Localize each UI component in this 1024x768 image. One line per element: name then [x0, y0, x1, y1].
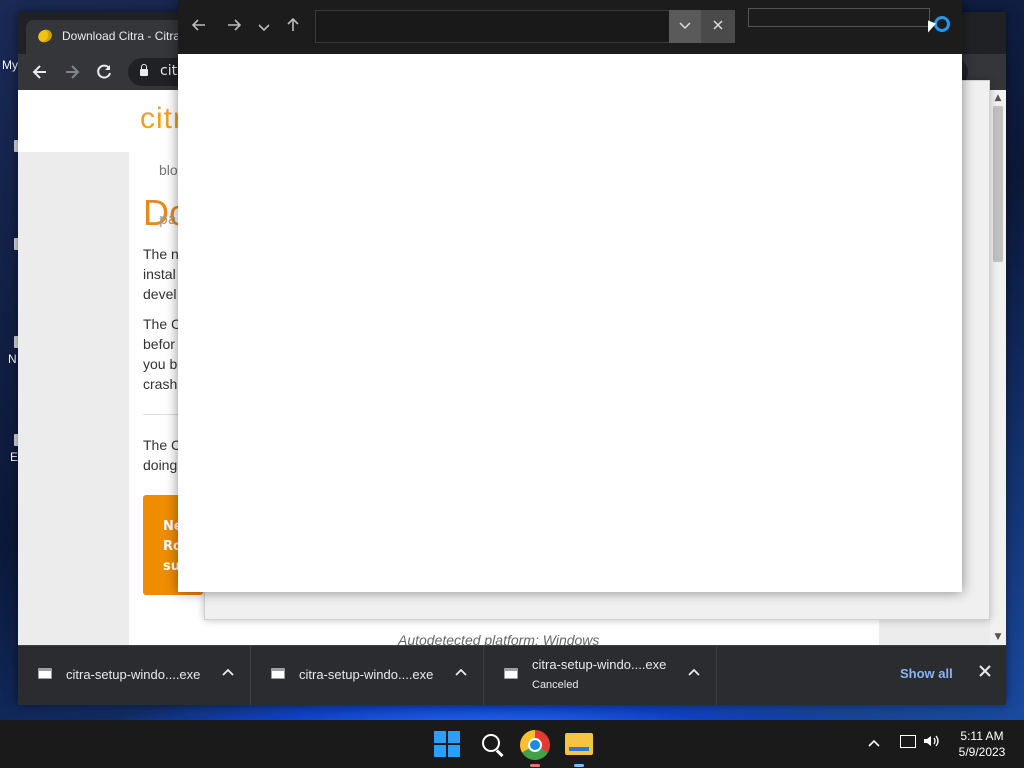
chrome-taskbar-icon[interactable] — [520, 730, 550, 760]
clock-date: 5/9/2023 — [958, 745, 1006, 759]
chrome-running-indicator — [530, 764, 540, 767]
file-icon — [504, 668, 518, 679]
arrow-up-icon — [287, 17, 299, 31]
windows-logo-tile — [448, 731, 460, 743]
file-icon — [38, 668, 52, 679]
desktop-icon-label[interactable]: E — [10, 450, 18, 464]
tab-title: Download Citra - Citra — [62, 29, 181, 43]
dialog-toolbar — [178, 0, 962, 54]
system-clock[interactable]: 5:11 AM 5/9/2023 — [950, 728, 1014, 760]
file-explorer-taskbar-icon[interactable] — [565, 733, 593, 755]
mouse-cursor-icon — [928, 20, 936, 36]
reload-button[interactable] — [94, 62, 114, 82]
forward-button[interactable] — [224, 17, 244, 37]
arrow-left-icon — [32, 65, 46, 79]
download-item[interactable]: citra-setup-windo....exe Canceled — [484, 646, 717, 705]
volume-icon[interactable] — [922, 733, 940, 753]
windows-logo-tile — [448, 745, 460, 757]
reload-icon — [97, 64, 111, 79]
back-button[interactable] — [189, 17, 209, 37]
explorer-running-indicator — [574, 764, 584, 767]
paragraph-line: The C — [143, 437, 182, 453]
loading-spinner-icon — [934, 16, 950, 32]
paragraph-line: crash — [143, 376, 178, 392]
page-scrollbar[interactable]: ▲ ▼ — [990, 90, 1006, 645]
chevron-down-icon — [679, 22, 691, 30]
desktop-icon-label[interactable]: My — [2, 58, 18, 72]
chevron-up-icon[interactable] — [688, 664, 700, 680]
download-status: Canceled — [532, 679, 579, 691]
scroll-down-arrow-icon[interactable]: ▼ — [990, 631, 1006, 643]
page-subtitle: pa — [159, 212, 177, 228]
search-input[interactable] — [748, 8, 930, 27]
chevron-down-icon — [258, 24, 270, 32]
forward-button[interactable] — [62, 62, 82, 82]
arrow-right-icon — [66, 65, 80, 79]
chevron-up-icon — [868, 739, 880, 747]
paragraph-line: you b — [143, 356, 178, 372]
network-icon[interactable] — [900, 735, 916, 748]
windows-logo-icon — [434, 731, 446, 743]
paragraph-line: befor — [143, 336, 175, 352]
download-shelf: citra-setup-windo....exe citra-setup-win… — [18, 645, 1006, 705]
search-icon-handle — [496, 749, 504, 757]
autodetect-text: Autodetected platform: Windows — [398, 632, 600, 645]
back-button[interactable] — [30, 62, 50, 82]
recent-locations-button[interactable] — [254, 17, 274, 37]
show-hidden-icons-button[interactable] — [868, 735, 880, 751]
paragraph-line: doing — [143, 457, 178, 473]
download-filename: citra-setup-windo....exe — [532, 657, 667, 672]
file-icon — [271, 668, 285, 679]
arrow-right-icon — [228, 19, 242, 31]
scroll-up-arrow-icon[interactable]: ▲ — [990, 92, 1006, 104]
chevron-up-icon[interactable] — [222, 664, 234, 680]
paragraph-line: The C — [143, 316, 182, 332]
chevron-up-icon[interactable] — [455, 664, 467, 680]
arrow-left-icon — [191, 19, 205, 31]
download-filename: citra-setup-windo....exe — [66, 667, 201, 682]
desktop-icon-label[interactable]: N — [8, 352, 17, 366]
paragraph-line: The n — [143, 246, 179, 262]
file-picker-dialog — [178, 0, 962, 592]
search-button[interactable] — [478, 730, 506, 758]
download-filename: citra-setup-windo....exe — [299, 667, 434, 682]
citra-favicon-icon — [35, 27, 55, 45]
start-button[interactable] — [434, 731, 460, 757]
paragraph-line: devel — [143, 286, 177, 302]
close-icon — [713, 20, 723, 30]
download-item[interactable]: citra-setup-windo....exe — [251, 646, 484, 705]
paragraph-line: instal — [143, 266, 176, 282]
breadcrumb[interactable]: blo — [159, 160, 178, 180]
close-icon[interactable] — [978, 662, 992, 683]
address-dropdown-button[interactable] — [669, 10, 701, 43]
taskbar: 5:11 AM 5/9/2023 — [0, 720, 1024, 768]
scroll-thumb[interactable] — [993, 106, 1003, 262]
clock-time: 5:11 AM — [960, 729, 1004, 743]
lock-icon — [140, 64, 148, 76]
up-button[interactable] — [283, 17, 303, 37]
download-item[interactable]: citra-setup-windo....exe — [18, 646, 251, 705]
clear-address-button[interactable] — [701, 10, 735, 43]
windows-logo-tile — [434, 745, 446, 757]
show-all-link[interactable]: Show all — [900, 666, 953, 681]
